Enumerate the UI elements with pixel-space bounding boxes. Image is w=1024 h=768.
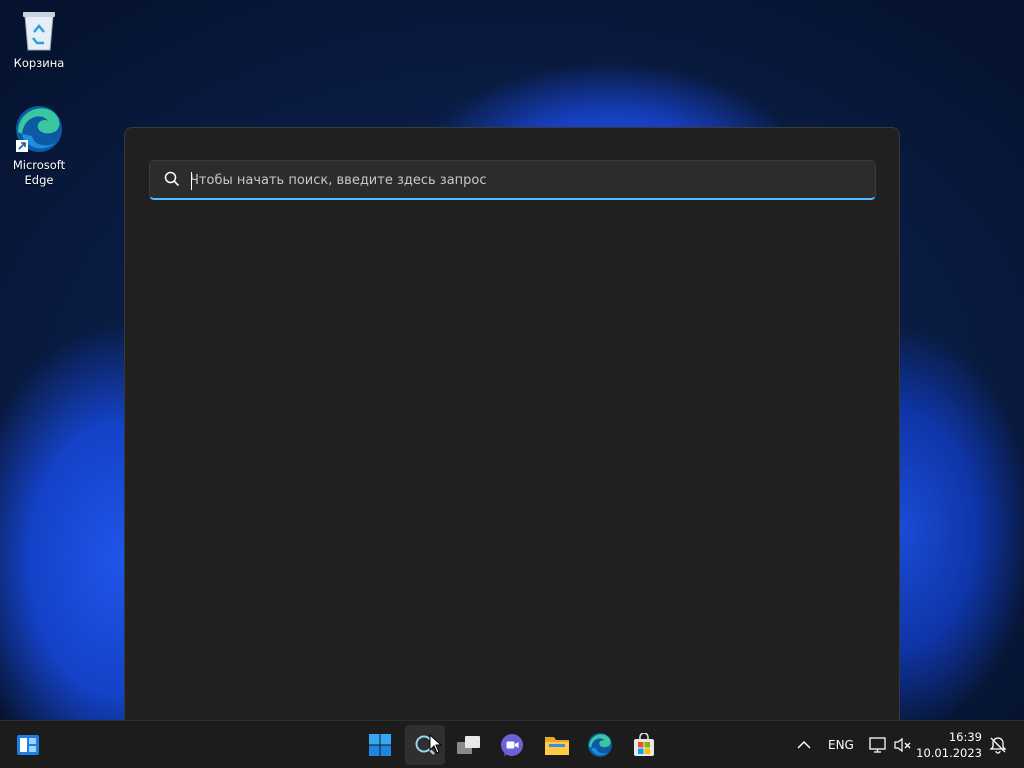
edge-icon <box>588 733 612 757</box>
clock-time: 16:39 <box>948 730 982 744</box>
desktop-icon-label: Корзина <box>13 56 65 70</box>
notifications-button[interactable] <box>986 725 1010 765</box>
network-button[interactable] <box>866 725 890 765</box>
microsoft-store-button[interactable] <box>624 725 664 765</box>
network-icon <box>869 737 886 753</box>
start-button[interactable] <box>360 725 400 765</box>
teams-chat-icon <box>501 734 523 756</box>
volume-muted-icon <box>894 737 911 753</box>
microsoft-store-icon <box>634 733 654 756</box>
desktop-icon-edge[interactable]: Microsoft Edge <box>3 104 75 188</box>
clock[interactable]: 16:39 10.01.2023 <box>916 729 982 761</box>
chat-button[interactable] <box>492 725 532 765</box>
file-explorer-icon <box>545 737 569 755</box>
start-icon <box>369 734 391 756</box>
file-explorer-button[interactable] <box>537 725 577 765</box>
widgets-icon <box>17 735 39 755</box>
volume-button[interactable] <box>891 725 915 765</box>
search-box[interactable] <box>149 160 876 200</box>
language-indicator[interactable]: ENG <box>828 738 854 752</box>
desktop-icon-recycle-bin[interactable]: Корзина <box>3 8 75 71</box>
desktop-icon-label-line1: Microsoft <box>12 158 66 172</box>
mouse-cursor-icon <box>429 734 443 754</box>
show-hidden-icons-button[interactable] <box>786 725 822 765</box>
recycle-bin-icon <box>23 12 55 51</box>
search-flyout <box>124 127 900 720</box>
search-input[interactable] <box>190 166 860 194</box>
edge-taskbar-button[interactable] <box>580 725 620 765</box>
clock-date: 10.01.2023 <box>916 746 982 760</box>
chevron-up-icon <box>797 741 811 749</box>
task-view-icon <box>457 736 480 754</box>
widgets-button[interactable] <box>8 725 48 765</box>
task-view-button[interactable] <box>449 725 489 765</box>
edge-icon <box>16 106 62 152</box>
text-caret <box>191 172 192 190</box>
taskbar: ENG 16:39 10.01.2023 <box>0 720 1024 768</box>
desktop-icon-label-line2: Edge <box>24 173 54 187</box>
notifications-icon <box>989 737 1007 754</box>
search-icon <box>164 171 180 187</box>
